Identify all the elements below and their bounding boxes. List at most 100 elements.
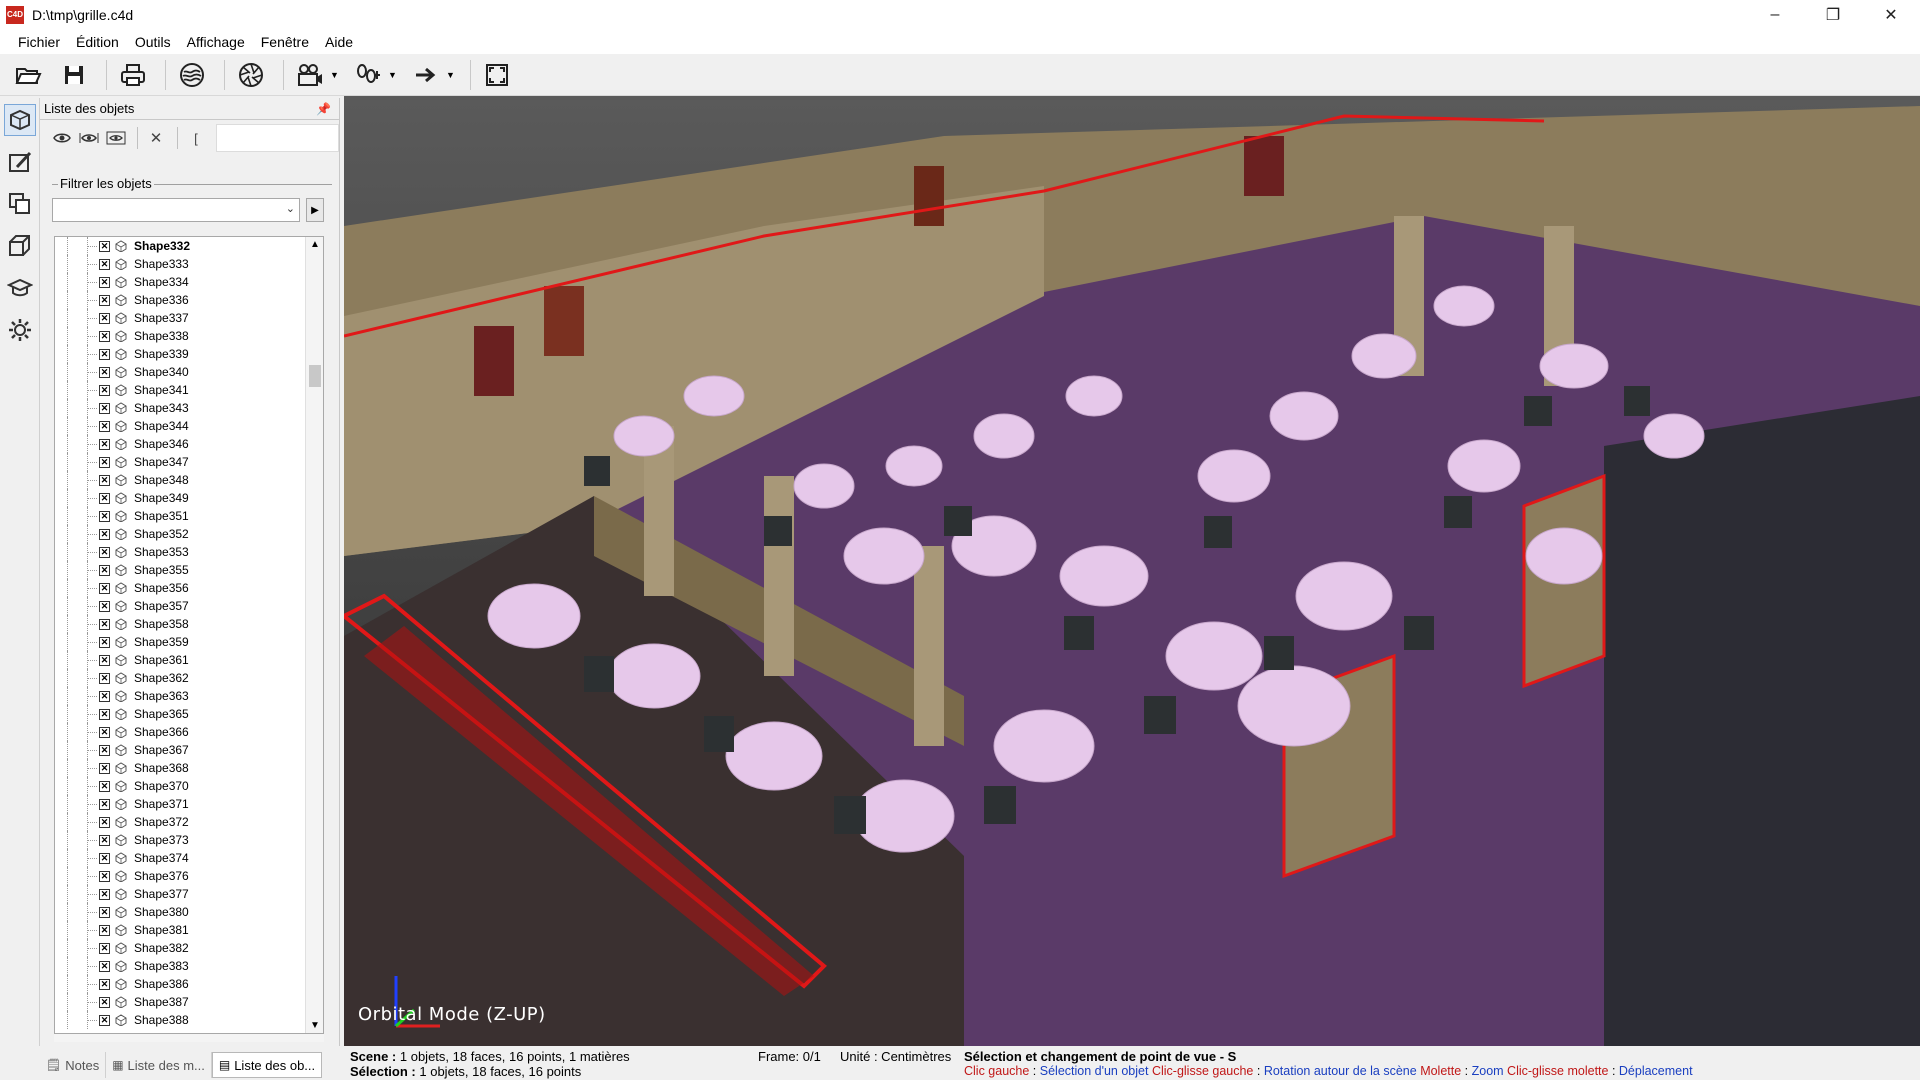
visibility-checkbox[interactable]: ✕	[99, 420, 110, 432]
tree-row[interactable]: ✕ Shape343	[55, 399, 305, 417]
tree-row[interactable]: ✕ Shape344	[55, 417, 305, 435]
visibility-checkbox[interactable]: ✕	[99, 888, 110, 900]
visibility-checkbox[interactable]: ✕	[99, 492, 110, 504]
visibility-checkbox[interactable]: ✕	[99, 546, 110, 558]
tree-row[interactable]: ✕ Shape381	[55, 921, 305, 939]
close-button[interactable]: ✕	[1862, 0, 1920, 30]
visibility-checkbox[interactable]: ✕	[99, 240, 110, 252]
isolate-button[interactable]	[104, 126, 129, 150]
tree-row[interactable]: ✕ Shape370	[55, 777, 305, 795]
materials-tool-button[interactable]	[4, 146, 36, 178]
tree-row[interactable]: ✕ Shape348	[55, 471, 305, 489]
visibility-checkbox[interactable]: ✕	[99, 816, 110, 828]
print-button[interactable]	[113, 57, 153, 93]
fullscreen-button[interactable]	[477, 57, 517, 93]
walk-button[interactable]	[348, 57, 388, 93]
visibility-checkbox[interactable]: ✕	[99, 798, 110, 810]
visibility-checkbox[interactable]: ✕	[99, 960, 110, 972]
tree-row[interactable]: ✕ Shape371	[55, 795, 305, 813]
tree-row[interactable]: ✕ Shape380	[55, 903, 305, 921]
bracket-button[interactable]: [	[183, 126, 208, 150]
visibility-checkbox[interactable]: ✕	[99, 672, 110, 684]
tab-materials-list[interactable]: ▦ Liste des m...	[106, 1052, 212, 1078]
visibility-checkbox[interactable]: ✕	[99, 834, 110, 846]
menu-edition[interactable]: Édition	[68, 34, 127, 50]
tree-row[interactable]: ✕ Shape368	[55, 759, 305, 777]
visibility-checkbox[interactable]: ✕	[99, 294, 110, 306]
menu-outils[interactable]: Outils	[127, 34, 179, 50]
tree-row[interactable]: ✕ Shape352	[55, 525, 305, 543]
visibility-checkbox[interactable]: ✕	[99, 870, 110, 882]
tree-row[interactable]: ✕ Shape361	[55, 651, 305, 669]
move-button[interactable]	[406, 57, 446, 93]
tree-row[interactable]: ✕ Shape333	[55, 255, 305, 273]
tree-row[interactable]: ✕ Shape365	[55, 705, 305, 723]
visibility-checkbox[interactable]: ✕	[99, 582, 110, 594]
tree-row[interactable]: ✕ Shape355	[55, 561, 305, 579]
tree-row[interactable]: ✕ Shape347	[55, 453, 305, 471]
show-all-button[interactable]	[50, 126, 75, 150]
tree-row[interactable]: ✕ Shape356	[55, 579, 305, 597]
restore-button[interactable]: ❐	[1804, 0, 1862, 30]
scroll-up-icon[interactable]: ▲	[310, 239, 320, 250]
tree-row[interactable]: ✕ Shape349	[55, 489, 305, 507]
save-button[interactable]	[54, 57, 94, 93]
visibility-checkbox[interactable]: ✕	[99, 384, 110, 396]
geometry-tool-button[interactable]	[4, 230, 36, 262]
walk-dropdown-icon[interactable]: ▼	[388, 70, 398, 80]
tree-row[interactable]: ✕ Shape334	[55, 273, 305, 291]
visibility-checkbox[interactable]: ✕	[99, 636, 110, 648]
texture-button[interactable]	[172, 57, 212, 93]
tree-row[interactable]: ✕ Shape359	[55, 633, 305, 651]
tree-row[interactable]: ✕ Shape366	[55, 723, 305, 741]
menu-fichier[interactable]: Fichier	[10, 34, 68, 50]
render-button[interactable]	[231, 57, 271, 93]
visibility-checkbox[interactable]: ✕	[99, 762, 110, 774]
camera-button[interactable]	[290, 57, 330, 93]
tree-row[interactable]: ✕ Shape382	[55, 939, 305, 957]
visibility-checkbox[interactable]: ✕	[99, 402, 110, 414]
visibility-checkbox[interactable]: ✕	[99, 708, 110, 720]
menu-aide[interactable]: Aide	[317, 34, 361, 50]
3d-viewport[interactable]: Orbital Mode (Z-UP)	[344, 96, 1920, 1046]
tree-vertical-scrollbar[interactable]: ▲ ▼	[305, 237, 323, 1033]
tree-row[interactable]: ✕ Shape346	[55, 435, 305, 453]
tree-row[interactable]: ✕ Shape357	[55, 597, 305, 615]
objects-tool-button[interactable]	[4, 104, 36, 136]
visibility-checkbox[interactable]: ✕	[99, 852, 110, 864]
tree-row[interactable]: ✕ Shape383	[55, 957, 305, 975]
tree-row[interactable]: ✕ Shape353	[55, 543, 305, 561]
scroll-down-icon[interactable]: ▼	[310, 1020, 320, 1031]
panel-search-input[interactable]	[216, 124, 339, 152]
visibility-checkbox[interactable]: ✕	[99, 366, 110, 378]
open-button[interactable]	[8, 57, 48, 93]
visibility-checkbox[interactable]: ✕	[99, 438, 110, 450]
tree-row[interactable]: ✕ Shape332	[55, 237, 305, 255]
menu-fenetre[interactable]: Fenêtre	[253, 34, 317, 50]
tree-row[interactable]: ✕ Shape387	[55, 993, 305, 1011]
visibility-checkbox[interactable]: ✕	[99, 276, 110, 288]
tree-row[interactable]: ✕ Shape376	[55, 867, 305, 885]
tree-row[interactable]: ✕ Shape362	[55, 669, 305, 687]
scroll-thumb[interactable]	[309, 365, 321, 387]
visibility-checkbox[interactable]: ✕	[99, 780, 110, 792]
visibility-checkbox[interactable]: ✕	[99, 330, 110, 342]
visibility-checkbox[interactable]: ✕	[99, 726, 110, 738]
menu-affichage[interactable]: Affichage	[179, 34, 253, 50]
visibility-checkbox[interactable]: ✕	[99, 978, 110, 990]
tree-horizontal-scrollbar[interactable]	[54, 1034, 324, 1042]
visibility-checkbox[interactable]: ✕	[99, 690, 110, 702]
visibility-checkbox[interactable]: ✕	[99, 258, 110, 270]
tree-row[interactable]: ✕ Shape373	[55, 831, 305, 849]
tree-row[interactable]: ✕ Shape377	[55, 885, 305, 903]
tree-row[interactable]: ✕ Shape386	[55, 975, 305, 993]
delete-button[interactable]: ✕	[144, 126, 169, 150]
tree-row[interactable]: ✕ Shape340	[55, 363, 305, 381]
visibility-checkbox[interactable]: ✕	[99, 456, 110, 468]
visibility-checkbox[interactable]: ✕	[99, 348, 110, 360]
tree-row[interactable]: ✕ Shape339	[55, 345, 305, 363]
visibility-checkbox[interactable]: ✕	[99, 996, 110, 1008]
visibility-checkbox[interactable]: ✕	[99, 528, 110, 540]
tree-row[interactable]: ✕ Shape388	[55, 1011, 305, 1029]
tree-row[interactable]: ✕ Shape363	[55, 687, 305, 705]
